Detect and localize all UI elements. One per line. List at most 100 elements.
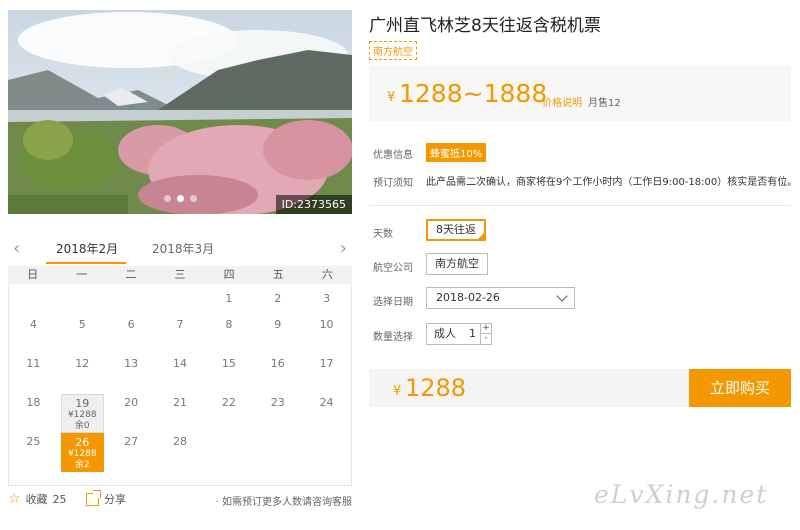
day-number: 28 [172,435,187,448]
product-title: 广州直飞林芝8天往返含税机票 [369,16,601,36]
carousel-dot[interactable] [189,195,197,202]
calendar-day[interactable]: 15 [207,355,250,394]
star-icon: ☆ [8,491,21,507]
calendar-day[interactable]: 24 [305,394,348,433]
airline-option[interactable]: 南方航空 [426,253,488,275]
calendar-day[interactable]: 7 [159,316,202,355]
day-number: 10 [319,318,334,331]
calendar-empty-cell [110,290,153,316]
promo-label: 优惠信息 [373,150,413,161]
calendar-day[interactable]: 3 [305,290,348,316]
calendar-empty-cell [256,433,299,472]
weekday-label: 五 [272,268,284,281]
price-panel: ¥ 1288~1888 价格说明 月售12 [369,66,791,121]
day-price: ¥1288 [67,449,97,459]
date-select[interactable]: 2018-02-26 [426,287,575,309]
next-month-button[interactable]: › [340,238,347,260]
calendar-day[interactable]: 21 [159,394,202,433]
active-month-underline [46,262,126,264]
favorite-count: 25 [52,492,67,506]
days-option[interactable]: 8天往返 [426,219,486,241]
day-number: 3 [323,292,331,305]
watermark: eLvXing.net [594,480,769,509]
share-button[interactable]: 分享 [86,489,126,507]
day-number: 6 [127,318,135,331]
day-number: 2 [274,292,282,305]
quantity-stepper: 成人 1 + - [426,323,492,345]
notice-text: 此产品需二次确认，商家将在9个工作小时内（工作日9:00-18:00）核实是否有… [426,177,798,188]
calendar-day[interactable]: 19 ¥1288 余0 [60,394,104,433]
day-number: 11 [26,357,41,370]
calendar-day[interactable]: 8 [207,316,250,355]
total-currency: ¥ [393,384,402,399]
weekday-label: 二 [125,268,137,281]
day-number: 19 [75,397,90,410]
calendar-day[interactable]: 11 [12,355,55,394]
calendar-day[interactable]: 25 [12,433,55,472]
notice-label: 预订须知 [373,178,413,189]
calendar-day[interactable]: 4 [12,316,55,355]
photo-id: ID:2373565 [275,195,352,214]
carousel-dot[interactable] [163,195,171,202]
promo-tag: 蜂蜜抵10% [426,143,487,162]
calendar-day[interactable]: 28 [159,433,202,472]
prev-month-button[interactable]: ‹ [13,238,20,260]
date-select-value: 2018-02-26 [436,291,500,304]
calendar-day[interactable]: 5 [61,316,104,355]
product-photo[interactable]: ID:2373565 [8,10,352,214]
day-number: 23 [270,396,285,409]
calendar-grid: 1 2 3 4 5 6 7 8 9 10 11 12 13 14 15 16 17 18 19 ¥1288 余0 20 21… [8,284,352,486]
total-bar: ¥ 1288 立即购买 [369,369,791,407]
weekday-label: 四 [223,268,235,281]
day-number: 21 [172,396,187,409]
favorite-button[interactable]: ☆ 收藏 25 [8,491,67,507]
calendar-day[interactable]: 26 ¥1288 余2 [60,433,104,472]
calendar-empty-cell [305,433,348,472]
calendar-day[interactable]: 14 [159,355,202,394]
airline-label: 航空公司 [373,263,413,274]
calendar-day[interactable]: 23 [256,394,299,433]
calendar-day[interactable]: 18 [12,394,55,433]
weekday-label: 一 [76,268,88,281]
month-tab-active[interactable]: 2018年2月 [56,240,118,257]
left-footer: ☆ 收藏 25 分享 · 如需预订更多人数请咨询客服 [8,489,352,509]
monthly-sales: 月售12 [588,98,621,109]
airline-badge: 南方航空 [369,41,417,60]
day-number: 18 [26,396,41,409]
quantity-type: 成人 [434,327,456,340]
quantity-minus-button[interactable]: - [480,334,491,344]
favorite-label: 收藏 [25,493,48,506]
calendar-day[interactable]: 2 [256,290,299,316]
weekday-label: 三 [174,268,186,281]
day-number: 13 [124,357,139,370]
day-number: 25 [26,435,41,448]
quantity-label: 数量选择 [373,332,413,343]
calendar-day[interactable]: 17 [305,355,348,394]
buy-now-button[interactable]: 立即购买 [689,369,791,407]
calendar-day[interactable]: 20 [110,394,153,433]
quantity-value[interactable]: 1 [469,324,476,344]
calendar-day[interactable]: 1 [207,290,250,316]
calendar-day[interactable]: 12 [61,355,104,394]
calendar-day[interactable]: 9 [256,316,299,355]
day-number: 27 [124,435,139,448]
price-currency: ¥ [387,90,396,105]
day-price: ¥1288 [67,410,97,420]
calendar-day[interactable]: 10 [305,316,348,355]
share-label: 分享 [104,493,126,506]
calendar-empty-cell [207,433,250,472]
day-number: 5 [78,318,86,331]
calendar-weekday-header: 日一二三四五六 [8,266,352,284]
carousel-dot-active[interactable] [176,195,184,202]
calendar-day[interactable]: 13 [110,355,153,394]
day-number: 9 [274,318,282,331]
price-info-link[interactable]: 价格说明 [542,94,582,109]
calendar-day[interactable]: 22 [207,394,250,433]
calendar-day[interactable]: 27 [110,433,153,472]
calendar-day[interactable]: 16 [256,355,299,394]
calendar-empty-cell [61,290,104,316]
month-tab-next[interactable]: 2018年3月 [152,240,214,257]
day-number: 14 [172,357,187,370]
calendar-day[interactable]: 6 [110,316,153,355]
day-number: 7 [176,318,184,331]
